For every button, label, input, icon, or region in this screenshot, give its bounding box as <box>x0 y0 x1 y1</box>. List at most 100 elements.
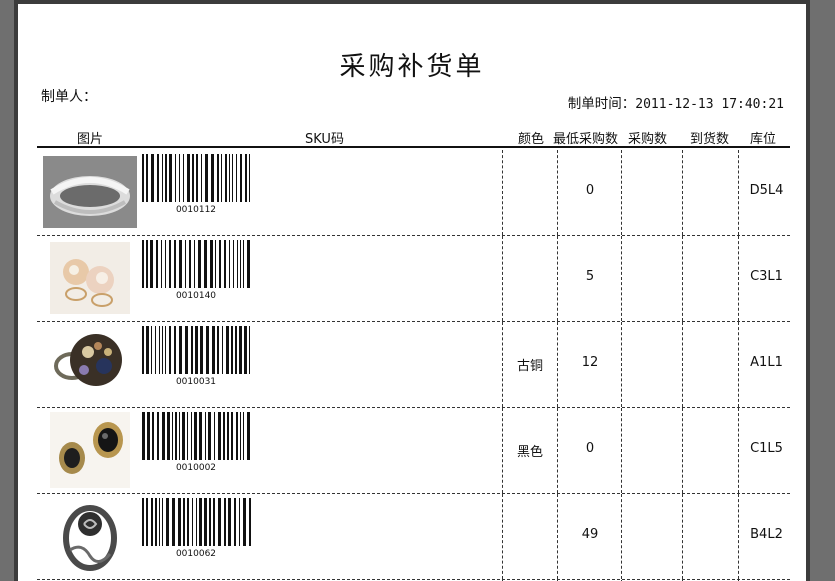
pearl-flower-rings-photo <box>43 242 137 314</box>
barcode-bar <box>179 412 180 460</box>
table-row: 0010112 0 D5L4 <box>37 150 790 236</box>
barcode-bar <box>200 326 203 374</box>
barcode-bar <box>205 412 206 460</box>
barcode-bar <box>155 498 157 546</box>
barcode-bar <box>229 240 230 288</box>
location-cell: D5L4 <box>749 183 784 198</box>
barcode-bar <box>192 498 193 546</box>
barcode-bar <box>183 154 184 202</box>
barcode-bar <box>224 240 226 288</box>
barcode-bar <box>243 240 244 288</box>
barcode-bar <box>247 240 250 288</box>
rose-vine-ring-photo <box>43 498 137 574</box>
barcode-bar <box>217 154 219 202</box>
barcode-bar <box>157 412 159 460</box>
barcode-bar <box>165 154 167 202</box>
barcode-bar <box>218 498 221 546</box>
barcode-bar <box>208 412 211 460</box>
barcode-bar <box>239 326 242 374</box>
barcode-bar <box>194 240 195 288</box>
sku-code: 0010002 <box>175 463 217 473</box>
col-min-qty-header: 最低采购数 <box>553 132 619 147</box>
barcode-bar <box>166 498 169 546</box>
barcode-bar <box>249 326 250 374</box>
barcode-bar <box>249 498 251 546</box>
barcode-bar <box>221 154 222 202</box>
barcode-bar <box>225 154 227 202</box>
barcode-bar <box>165 326 166 374</box>
col-image-header: 图片 <box>77 132 104 147</box>
col-color-header: 颜色 <box>518 132 545 147</box>
col-sku-header: SKU码 <box>305 132 344 147</box>
min-qty-cell: 49 <box>581 527 599 542</box>
silver-mesh-ring-photo <box>43 156 137 228</box>
barcode-bar <box>151 154 154 202</box>
barcode-bar <box>146 154 148 202</box>
barcode-bar <box>196 154 198 202</box>
barcode-bar <box>174 326 176 374</box>
barcode-bar <box>240 240 241 288</box>
barcode-bar <box>142 498 144 546</box>
table-body: 0010112 0 D5L4 0010140 5 C3L1 0010031 古铜… <box>37 150 790 581</box>
table-row: 0010062 49 B4L2 <box>37 494 790 580</box>
maker-field: 制单人 <box>41 86 97 106</box>
barcode-bar <box>234 498 236 546</box>
barcode-bar <box>217 326 219 374</box>
sku-code: 0010062 <box>175 549 217 559</box>
barcode-bar <box>204 498 207 546</box>
barcode-bar <box>161 240 162 288</box>
barcode-bar <box>204 240 207 288</box>
barcode-bar <box>150 240 153 288</box>
barcode-bar <box>237 240 238 288</box>
color-cell: 黑色 <box>516 445 543 460</box>
barcode-bar <box>142 326 144 374</box>
barcode-bar <box>243 412 244 460</box>
col-purchase-qty-header: 采购数 <box>628 132 668 147</box>
barcode-bar <box>185 240 186 288</box>
barcode-bar <box>187 154 190 202</box>
barcode-bar <box>212 326 215 374</box>
made-time-field: 制单时间2011-12-13 17:40:21 <box>568 92 784 112</box>
barcode-bar <box>219 240 221 288</box>
barcode-bar <box>192 154 194 202</box>
barcode-bar <box>174 240 176 288</box>
barcode-bar <box>155 326 156 374</box>
min-qty-cell: 5 <box>585 269 595 284</box>
barcode-bar <box>210 240 213 288</box>
barcode-bar <box>245 154 247 202</box>
barcode-bar <box>162 326 163 374</box>
barcode-bar <box>178 498 181 546</box>
barcode-bar <box>183 498 185 546</box>
barcode-bar <box>147 412 150 460</box>
table-row: 0010031 古铜 12 A1L1 <box>37 322 790 408</box>
barcode-bar <box>182 412 185 460</box>
barcode-bar <box>159 498 160 546</box>
location-cell: A1L1 <box>750 355 783 370</box>
barcode-bar <box>187 498 189 546</box>
purchase-order-sheet: 采购补货单 制单人 制单时间2011-12-13 17:40:21 图片 SKU… <box>14 0 810 581</box>
barcode-bar <box>243 498 246 546</box>
location-cell: C3L1 <box>750 269 783 284</box>
barcode-bar <box>156 240 158 288</box>
barcode-bar <box>191 326 193 374</box>
table-row: 0010140 5 C3L1 <box>37 236 790 322</box>
barcode-bar <box>146 240 148 288</box>
barcode-bar <box>214 412 215 460</box>
sku-code: 0010140 <box>175 291 217 301</box>
barcode-bar <box>239 498 240 546</box>
table-row: 0010002 黑色 0 C1L5 <box>37 408 790 494</box>
barcode-bar <box>249 154 250 202</box>
made-time-value: 2011-12-13 17:40:21 <box>635 97 784 112</box>
sku-code: 0010031 <box>175 377 217 387</box>
min-qty-cell: 0 <box>585 441 595 456</box>
barcode-bar <box>195 326 198 374</box>
barcode-bar <box>222 326 223 374</box>
barcode-bar <box>201 154 202 202</box>
barcode-bar <box>142 154 144 202</box>
barcode-bar <box>151 326 152 374</box>
barcode-bar <box>199 498 202 546</box>
barcode-bar <box>142 240 144 288</box>
barcode-bar <box>179 154 180 202</box>
barcode-bar <box>231 326 233 374</box>
barcode-bar <box>232 154 233 202</box>
